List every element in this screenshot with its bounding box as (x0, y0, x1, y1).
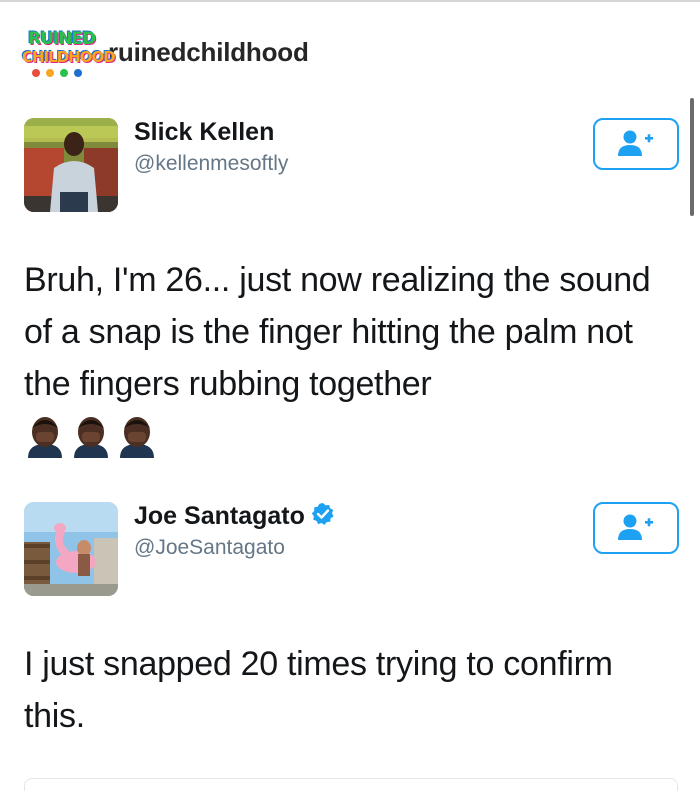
tweet-author-name[interactable]: Slick Kellen (134, 118, 274, 147)
scrollbar[interactable] (690, 98, 694, 216)
top-divider (0, 0, 700, 2)
logo-word-top: RUINED (28, 29, 96, 49)
add-user-icon (616, 130, 656, 161)
author-name-text: Joe Santagato (134, 502, 305, 531)
avatar-slick-kellen[interactable] (24, 118, 118, 212)
follow-button[interactable] (593, 502, 679, 554)
instagram-username[interactable]: ruinedchildhood (108, 37, 309, 68)
follow-button[interactable] (593, 118, 679, 170)
logo-toy-dots (32, 69, 82, 77)
instagram-post-header[interactable]: RUINED CHILDHOOD ruinedchildhood (18, 22, 309, 82)
tweet-2-header: Joe Santagato @JoeSantagato (24, 502, 679, 602)
person-facepalm-emoji (24, 414, 66, 463)
tweet-text: I just snapped 20 times trying to confir… (24, 645, 613, 735)
tweet-1-header: Slick Kellen @kellenmesoftly (24, 118, 679, 218)
person-facepalm-emoji (116, 414, 158, 463)
tweet-text: Bruh, I'm 26... just now realizing the s… (24, 261, 651, 403)
add-user-icon (616, 514, 656, 545)
avatar-joe-santagato[interactable] (24, 502, 118, 596)
tweet-author-handle[interactable]: @kellenmesoftly (134, 152, 288, 176)
emoji-row (24, 414, 158, 463)
tweet-author-name[interactable]: Joe Santagato (134, 502, 335, 533)
ruined-childhood-logo[interactable]: RUINED CHILDHOOD (18, 23, 116, 81)
person-facepalm-emoji (70, 414, 112, 463)
logo-word-bottom: CHILDHOOD (22, 48, 116, 66)
verified-badge-icon (311, 502, 335, 533)
tweet-author-handle[interactable]: @JoeSantagato (134, 536, 285, 560)
